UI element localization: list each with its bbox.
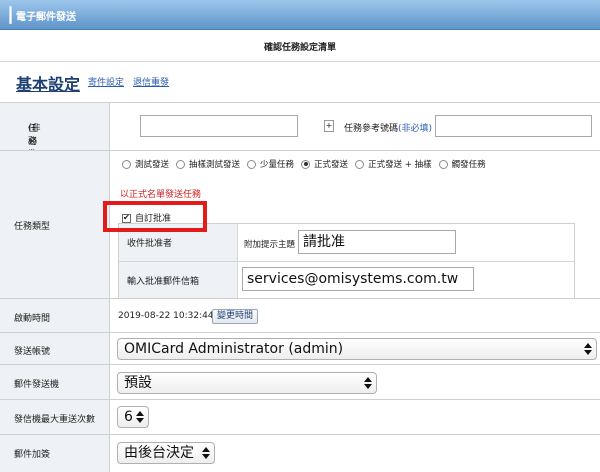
tab-bounce-resend[interactable]: 退信重發	[133, 75, 169, 88]
encryption-row: 郵件加簽 由後台決定	[0, 434, 600, 472]
change-time-button[interactable]: 變更時間	[212, 309, 259, 324]
max-retries-content: 6	[110, 400, 600, 434]
select-arrows-icon	[202, 446, 210, 460]
title-marker	[9, 6, 12, 24]
task-type-note: 以正式名單發送任務	[120, 190, 202, 200]
start-time-label-cell: 啟動時間	[0, 299, 110, 332]
encryption-label: 郵件加簽	[14, 450, 51, 460]
max-retries-label: 發信機最大重送次數	[14, 415, 96, 425]
radio-small-task-label: 少量任務	[260, 160, 295, 170]
radio-sample-test[interactable]	[176, 159, 186, 169]
subject-input[interactable]: 請批准	[298, 230, 456, 254]
sender-account-label: 發送帳號	[14, 347, 51, 357]
sender-account-select[interactable]: OMICard Administrator (admin)	[117, 338, 597, 360]
encryption-select[interactable]: 由後台決定	[117, 442, 215, 464]
mail-server-value: 預設	[124, 375, 152, 391]
tab-basic-settings[interactable]: 基本設定	[16, 71, 80, 95]
task-ref-input[interactable]	[435, 115, 592, 137]
mail-server-select[interactable]: 預設	[117, 372, 377, 394]
max-retries-value: 6	[124, 409, 133, 425]
radio-formal-sample-label: 正式發送 + 抽樣	[368, 160, 432, 170]
task-name-row: 任務名稱 (非必填) + 任務參考號碼(非必填)	[0, 102, 600, 173]
encryption-content: 由後台決定	[110, 435, 600, 472]
sender-account-value: OMICard Administrator (admin)	[124, 341, 344, 357]
radio-formal-sample[interactable]	[355, 159, 365, 169]
sender-account-content: OMICard Administrator (admin)	[110, 333, 600, 364]
select-arrows-icon	[364, 376, 372, 390]
subject-cell: 附加提示主題 請批准	[238, 224, 574, 262]
select-arrows-icon	[136, 410, 144, 424]
window-title-bar: 電子郵件發送	[0, 0, 600, 30]
tab-sender-settings[interactable]: 寄件設定	[88, 75, 124, 88]
highlight-box	[103, 201, 207, 232]
task-name-content: + 任務參考號碼(非必填)	[110, 103, 600, 150]
mail-server-row: 郵件發送機 預設	[0, 364, 600, 399]
email-cell: services@omisystems.com.tw	[238, 262, 574, 298]
task-type-label-cell: 任務類型	[0, 151, 110, 298]
encryption-label-cell: 郵件加簽	[0, 435, 110, 472]
radio-trigger-task[interactable]	[438, 159, 448, 169]
start-time-content: 2019-08-22 10:32:44 變更時間	[110, 299, 600, 332]
email-header-cell: 輸入批准郵件信箱	[119, 262, 238, 298]
sender-account-row: 發送帳號 OMICard Administrator (admin)	[0, 332, 600, 364]
expand-ref-button[interactable]: +	[324, 120, 334, 132]
sender-account-label-cell: 發送帳號	[0, 333, 110, 364]
max-retries-row: 發信機最大重送次數 6	[0, 399, 600, 434]
max-retries-label-cell: 發信機最大重送次數	[0, 400, 110, 434]
approver-label: 收件批准者	[127, 239, 173, 249]
radio-formal-send-label: 正式發送	[314, 160, 349, 170]
confirm-header: 確認任務設定清單	[0, 30, 600, 62]
task-ref-label: 任務參考號碼(非必填)	[344, 124, 433, 134]
max-retries-select[interactable]: 6	[117, 406, 149, 428]
start-time-row: 啟動時間 2019-08-22 10:32:44 變更時間	[0, 298, 600, 332]
approval-table: 收件批准者 附加提示主題 請批准 輸入批准郵件信箱 services@omisy…	[118, 223, 575, 299]
tab-bar: 基本設定 寄件設定 退信重發	[0, 62, 600, 102]
mail-server-label-cell: 郵件發送機	[0, 365, 110, 399]
task-name-label-cell: 任務名稱 (非必填)	[0, 103, 110, 173]
radio-sample-test-label: 抽樣測試發送	[189, 160, 241, 170]
task-type-label: 任務類型	[14, 222, 51, 232]
approval-email-input[interactable]: services@omisystems.com.tw	[242, 267, 474, 291]
mail-server-content: 預設	[110, 365, 600, 399]
task-name-input[interactable]	[140, 115, 298, 137]
radio-trigger-task-label: 觸發任務	[451, 160, 486, 170]
encryption-value: 由後台決定	[124, 445, 194, 461]
radio-test-send[interactable]	[122, 159, 131, 169]
mail-server-label: 郵件發送機	[14, 380, 60, 390]
start-time-value: 2019-08-22 10:32:44	[118, 311, 214, 321]
confirm-title: 確認任務設定清單	[263, 43, 336, 53]
subject-label: 附加提示主題	[244, 240, 296, 250]
task-type-options: 測試發送 抽樣測試發送 少量任務 正式發送 正式發送 + 抽樣 觸發任務	[120, 158, 491, 170]
window-title: 電子郵件發送	[16, 12, 76, 23]
approval-email-label: 輸入批准郵件信箱	[127, 277, 200, 287]
radio-small-task[interactable]	[247, 159, 257, 169]
radio-formal-send[interactable]	[301, 159, 311, 169]
radio-test-send-label: 測試發送	[135, 160, 170, 170]
select-arrows-icon	[584, 342, 592, 356]
start-time-label: 啟動時間	[14, 314, 51, 324]
